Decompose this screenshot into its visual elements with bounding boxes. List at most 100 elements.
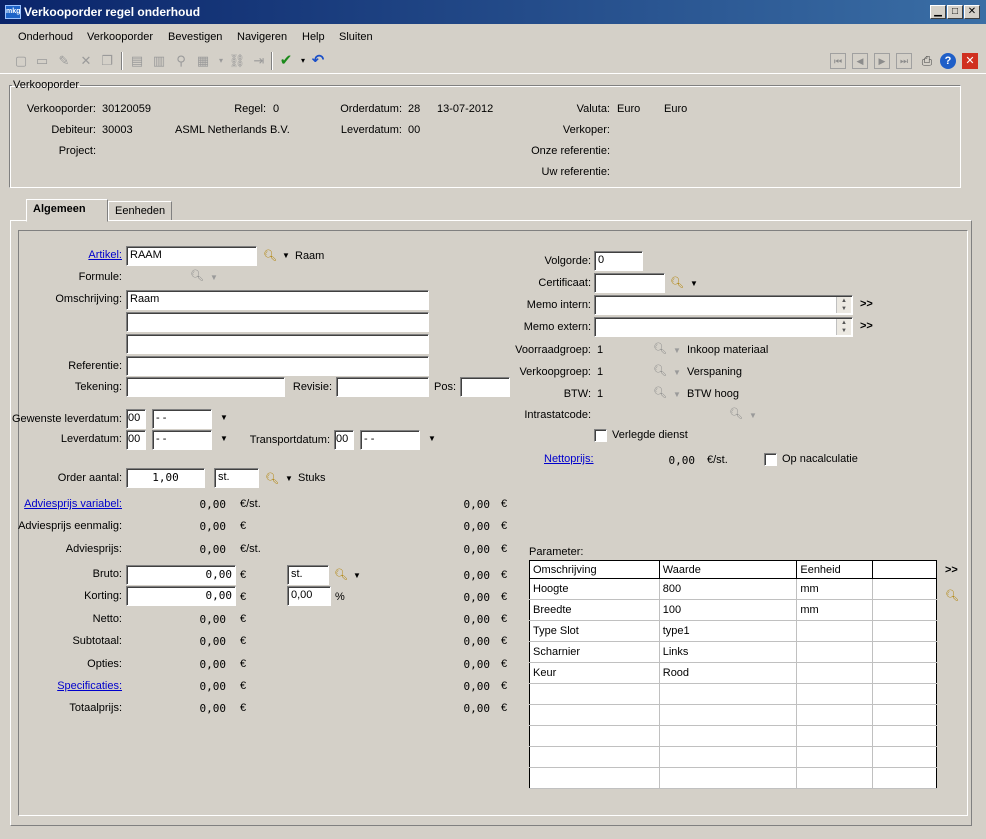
menu-navigeren[interactable]: Navigeren <box>237 31 287 43</box>
table-cell[interactable] <box>796 704 874 726</box>
memo-intern-expand-button[interactable]: >> <box>860 298 873 310</box>
confirm-check-icon[interactable]: ✔ <box>277 52 295 70</box>
delete-icon[interactable]: ✕ <box>77 52 95 70</box>
volgorde-input[interactable]: 0 <box>594 251 643 271</box>
chevron-down-icon[interactable]: ▼ <box>428 434 436 443</box>
verlegde-dienst-checkbox[interactable] <box>594 429 607 442</box>
table-cell[interactable] <box>796 767 874 789</box>
bruto-input[interactable]: 0,00 <box>126 565 236 585</box>
menu-verkooporder[interactable]: Verkooporder <box>87 31 153 43</box>
table-cell[interactable] <box>872 620 937 642</box>
chevron-down-icon[interactable]: ▼ <box>673 368 681 377</box>
table-row[interactable] <box>529 683 937 705</box>
table-cell[interactable] <box>659 683 798 705</box>
column-header[interactable]: Waarde <box>659 560 798 579</box>
first-record-icon[interactable]: ⏮ <box>830 53 846 69</box>
print-dropdown-icon[interactable]: ▦ <box>194 52 212 70</box>
search-icon[interactable]: 🔍︎ <box>670 276 684 289</box>
table-row[interactable] <box>529 704 937 726</box>
minimize-button[interactable]: ▁ <box>930 5 946 19</box>
new-icon[interactable]: ▢ <box>12 52 30 70</box>
tab-algemeen[interactable]: Algemeen <box>26 199 108 222</box>
order-aantal-input[interactable]: 1,00 <box>126 468 205 488</box>
table-cell[interactable] <box>872 704 937 726</box>
table-cell[interactable] <box>872 599 937 621</box>
gewenste-leverdatum-input[interactable]: - - <box>152 409 212 429</box>
eenheid-input[interactable]: st. <box>214 468 259 488</box>
last-record-icon[interactable]: ⏭ <box>896 53 912 69</box>
parameter-grid[interactable]: Omschrijving Waarde Eenheid Hoogte 800 mm Bre… <box>529 560 937 789</box>
table-cell[interactable] <box>872 662 937 684</box>
table-cell[interactable] <box>659 725 798 747</box>
undo-icon[interactable]: ↶ <box>309 52 327 70</box>
table-cell[interactable]: Type Slot <box>529 620 660 642</box>
omschrijving-input-2[interactable] <box>126 312 429 332</box>
close-icon[interactable]: ✕ <box>962 53 978 69</box>
menu-bevestigen[interactable]: Bevestigen <box>168 31 222 43</box>
referentie-input[interactable] <box>126 356 429 376</box>
memo-extern-expand-button[interactable]: >> <box>860 320 873 332</box>
layers-icon[interactable]: ▥ <box>150 52 168 70</box>
table-cell[interactable] <box>796 683 874 705</box>
table-cell[interactable]: Breedte <box>529 599 660 621</box>
table-row[interactable]: Scharnier Links <box>529 641 937 663</box>
maximize-button[interactable]: □ <box>947 5 963 19</box>
korting-input[interactable]: 0,00 <box>126 586 236 606</box>
table-cell[interactable]: Hoogte <box>529 578 660 600</box>
table-row[interactable]: Breedte 100 mm <box>529 599 937 621</box>
tree-icon[interactable]: ⚲ <box>172 52 190 70</box>
close-window-button[interactable]: ✕ <box>964 5 980 19</box>
korting-pct-input[interactable]: 0,00 <box>287 586 331 606</box>
table-cell[interactable] <box>529 746 660 768</box>
chevron-down-icon[interactable]: ▼ <box>353 571 361 580</box>
table-cell[interactable] <box>659 704 798 726</box>
search-icon[interactable]: 🔍︎ <box>334 568 348 581</box>
leverdatum-code[interactable]: 00 <box>126 430 146 450</box>
export-icon[interactable]: ⇥ <box>250 52 268 70</box>
table-cell[interactable] <box>529 683 660 705</box>
table-row[interactable] <box>529 725 937 747</box>
chevron-down-icon[interactable]: ▼ <box>220 434 228 443</box>
table-cell[interactable] <box>659 746 798 768</box>
table-cell[interactable] <box>872 767 937 789</box>
table-row[interactable] <box>529 746 937 768</box>
link-icon[interactable]: ⛓ <box>228 52 246 70</box>
table-cell[interactable] <box>529 767 660 789</box>
edit-pencil-icon[interactable]: ✎ <box>55 52 73 70</box>
column-header[interactable] <box>872 560 937 579</box>
table-cell[interactable] <box>872 578 937 600</box>
copy-icon[interactable]: ❐ <box>98 52 116 70</box>
menu-help[interactable]: Help <box>302 31 325 43</box>
chevron-down-icon[interactable]: ▼ <box>282 251 290 260</box>
chevron-down-icon[interactable]: ▼ <box>690 279 698 288</box>
open-folder-icon[interactable]: ▭ <box>33 52 51 70</box>
menu-sluiten[interactable]: Sluiten <box>339 31 373 43</box>
table-cell[interactable]: Rood <box>659 662 798 684</box>
table-cell[interactable] <box>796 641 874 663</box>
printer-icon[interactable]: ⎙ <box>918 52 936 70</box>
chevron-down-icon[interactable]: ▼ <box>285 474 293 483</box>
op-nacalculatie-checkbox[interactable] <box>764 453 777 466</box>
table-cell[interactable]: Scharnier <box>529 641 660 663</box>
certificaat-input[interactable] <box>594 273 665 293</box>
table-cell[interactable] <box>872 683 937 705</box>
stack-icon[interactable]: ▤ <box>128 52 146 70</box>
table-cell[interactable] <box>796 746 874 768</box>
chevron-down-icon[interactable]: ▼ <box>673 390 681 399</box>
table-cell[interactable]: mm <box>796 578 874 600</box>
table-cell[interactable]: 800 <box>659 578 798 600</box>
transportdatum-code[interactable]: 00 <box>334 430 354 450</box>
table-cell[interactable] <box>872 641 937 663</box>
search-icon[interactable]: 🔍︎ <box>263 249 277 262</box>
table-row[interactable]: Hoogte 800 mm <box>529 578 937 600</box>
previous-record-icon[interactable]: ◀ <box>852 53 868 69</box>
artikel-link[interactable]: Artikel: <box>30 249 122 261</box>
parameter-expand-button[interactable]: >> <box>945 564 958 576</box>
next-record-icon[interactable]: ▶ <box>874 53 890 69</box>
revisie-input[interactable] <box>336 377 429 397</box>
table-cell[interactable] <box>872 746 937 768</box>
table-cell[interactable] <box>659 767 798 789</box>
table-cell[interactable] <box>796 662 874 684</box>
memo-intern-input[interactable]: ▲ ▼ <box>594 295 853 315</box>
omschrijving-input-1[interactable]: Raam <box>126 290 429 310</box>
